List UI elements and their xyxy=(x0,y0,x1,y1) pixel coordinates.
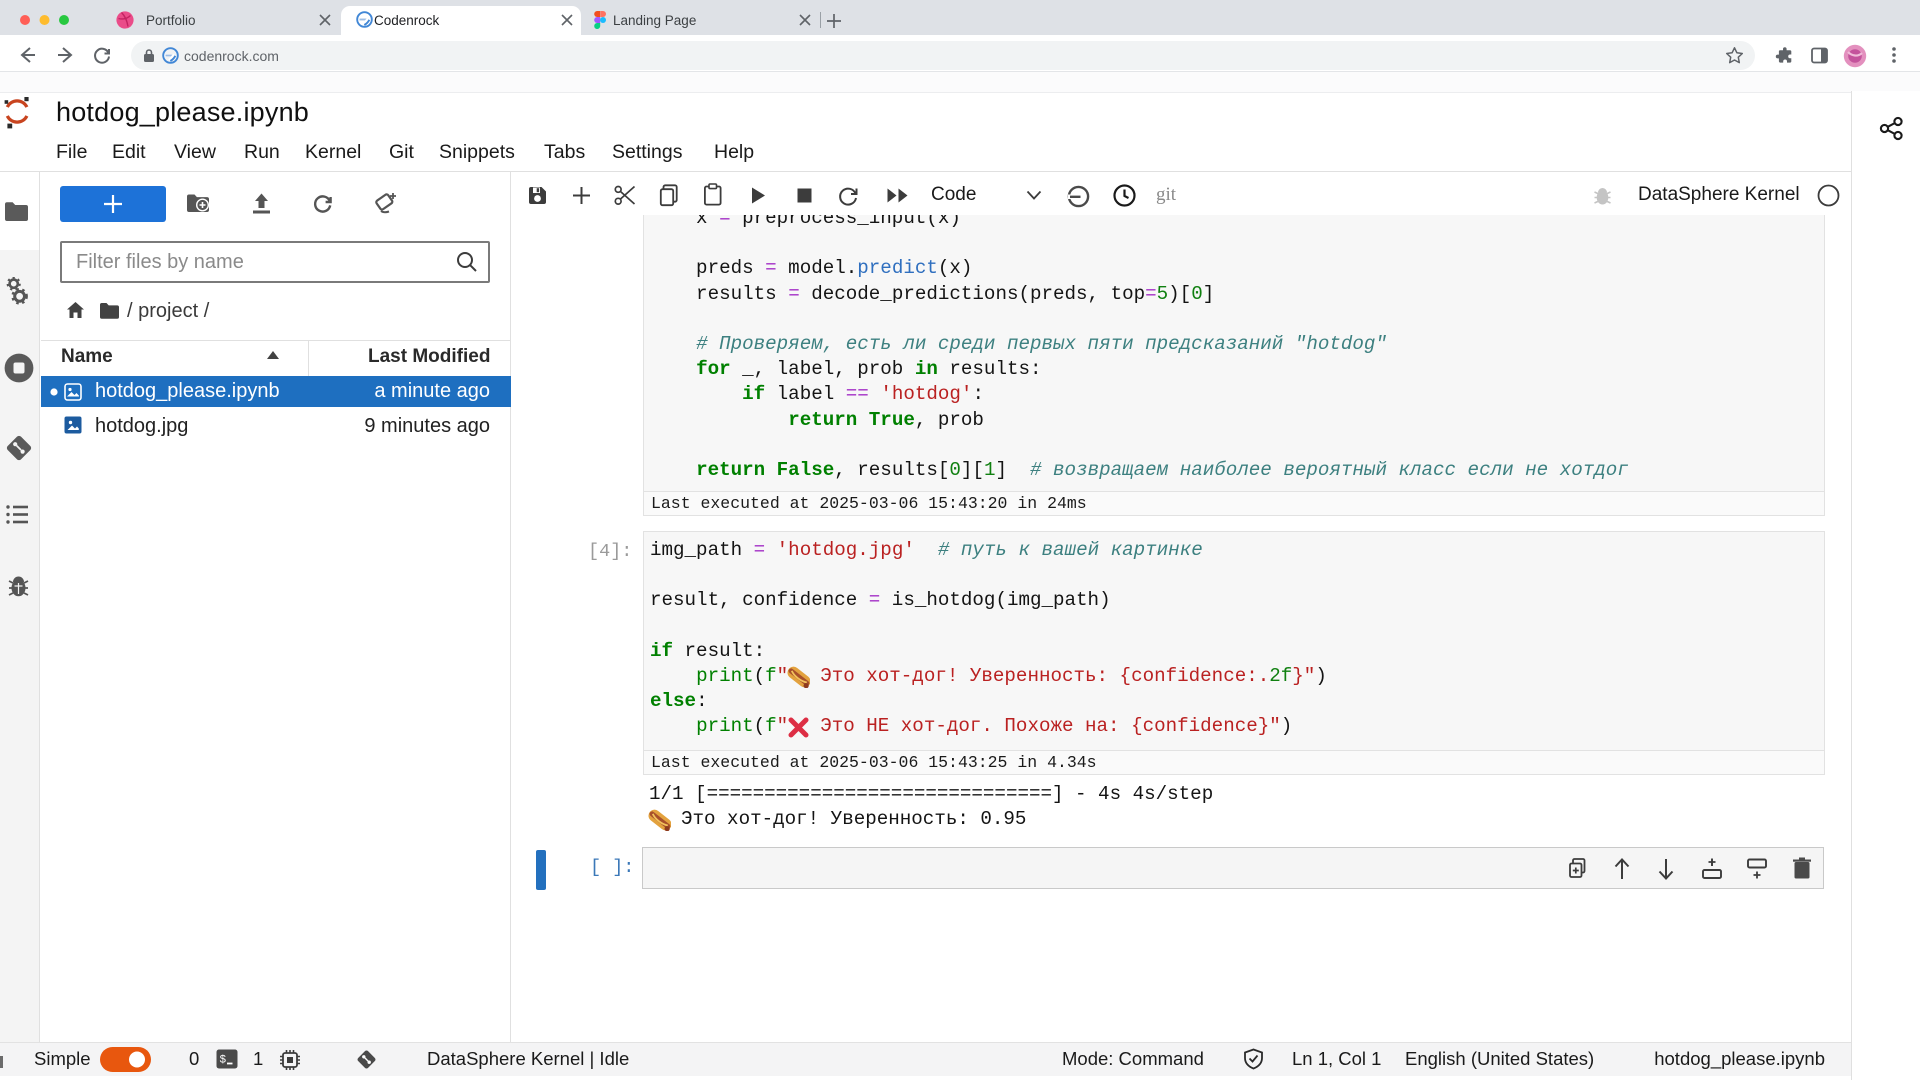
svg-text:$: $ xyxy=(220,1055,227,1067)
